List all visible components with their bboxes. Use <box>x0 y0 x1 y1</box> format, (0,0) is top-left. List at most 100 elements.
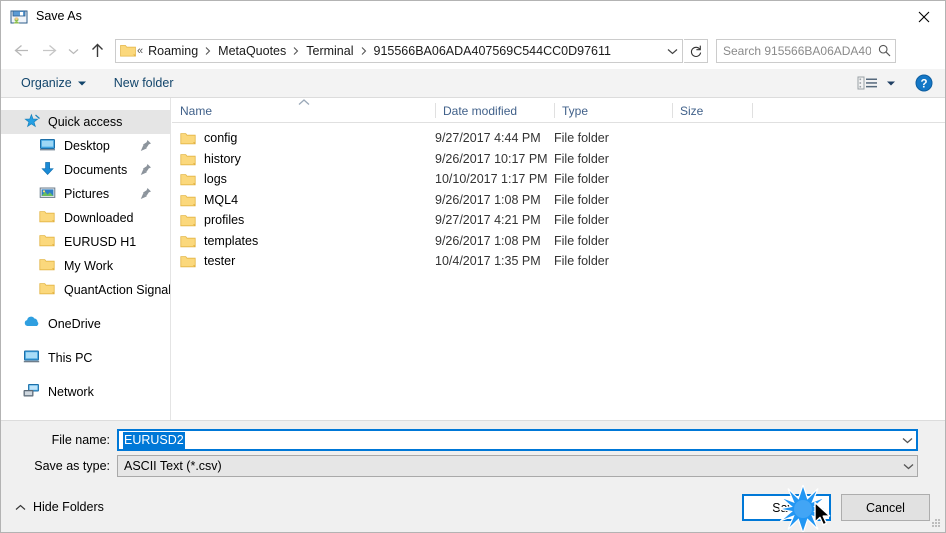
sidebar-item-quick-access[interactable]: Quick access <box>1 110 170 134</box>
caret-down-icon[interactable] <box>887 81 895 86</box>
date-modified-cell: 9/26/2017 1:08 PM <box>435 233 541 248</box>
folder-icon <box>39 281 59 299</box>
sidebar-item-network[interactable]: Network <box>1 380 170 404</box>
resize-grip-icon[interactable] <box>927 515 941 529</box>
type-cell: File folder <box>554 172 609 187</box>
folder-icon <box>39 257 59 275</box>
sidebar-item-label: EURUSD H1 <box>64 235 137 249</box>
save-as-dialog: Save As « Roaming MetaQuotes Terminal 91… <box>0 0 946 533</box>
date-modified-cell: 9/26/2017 10:17 PM <box>435 151 548 166</box>
save-as-type-label: Save as type: <box>34 459 110 473</box>
pin-icon[interactable] <box>140 163 152 177</box>
sidebar-item-downloaded[interactable]: Downloaded <box>1 206 170 230</box>
table-row[interactable]: history 9/26/2017 10:17 PM File folder <box>172 149 945 170</box>
file-name-label: File name: <box>51 433 110 447</box>
help-question-icon[interactable]: ? <box>915 74 933 92</box>
column-divider[interactable] <box>752 103 753 118</box>
sidebar-item-pictures[interactable]: Pictures <box>1 182 170 206</box>
cancel-button-label: Cancel <box>866 500 905 515</box>
caret-down-icon <box>77 81 86 85</box>
column-header-size[interactable]: Size <box>672 98 752 123</box>
hide-folders-button[interactable]: Hide Folders <box>15 500 104 514</box>
file-name-cell: config <box>180 131 237 145</box>
type-cell: File folder <box>554 213 609 228</box>
table-row[interactable]: profiles 9/27/2017 4:21 PM File folder <box>172 210 945 231</box>
folder-icon <box>180 254 196 268</box>
chevron-down-icon[interactable] <box>898 431 916 449</box>
chevron-down-icon[interactable] <box>899 456 917 476</box>
file-name-row: File name: EURUSD2 <box>1 429 918 451</box>
table-row[interactable]: templates 9/26/2017 1:08 PM File folder <box>172 231 945 252</box>
sidebar-item-label: Desktop <box>64 139 110 153</box>
sidebar-item-label: This PC <box>48 351 93 365</box>
close-icon[interactable] <box>901 1 945 32</box>
sidebar-item-this-pc[interactable]: This PC <box>1 346 170 370</box>
search-input[interactable] <box>717 42 873 59</box>
command-bar: Organize New folder ? <box>1 69 945 98</box>
cancel-button[interactable]: Cancel <box>841 494 930 521</box>
chevron-down-icon[interactable] <box>662 40 682 62</box>
file-name-input[interactable]: EURUSD2 <box>117 429 918 451</box>
column-header-type[interactable]: Type <box>554 98 672 123</box>
table-row[interactable]: MQL4 9/26/2017 1:08 PM File folder <box>172 190 945 211</box>
chevron-down-icon[interactable] <box>63 37 83 65</box>
new-folder-label: New folder <box>113 76 174 90</box>
breadcrumb-terminal-id[interactable]: 915566BA06ADA407569C544CC0D97611 <box>370 44 615 58</box>
sidebar-item-onedrive[interactable]: OneDrive <box>1 312 170 336</box>
file-name-value: EURUSD2 <box>123 431 185 449</box>
table-row[interactable]: config 9/27/2017 4:44 PM File folder <box>172 128 945 149</box>
sidebar-item-quantaction-signal[interactable]: QuantAction Signal <box>1 278 170 302</box>
date-modified-cell: 10/4/2017 1:35 PM <box>435 254 541 269</box>
type-cell: File folder <box>554 192 609 207</box>
folder-icon <box>39 209 59 227</box>
folder-icon <box>180 213 196 227</box>
sidebar-item-label: Quick access <box>48 115 123 129</box>
cloud-icon <box>23 315 43 333</box>
new-folder-button[interactable]: New folder <box>106 71 182 95</box>
navigation-bar: « Roaming MetaQuotes Terminal 915566BA06… <box>1 32 945 69</box>
folder-icon <box>180 234 196 248</box>
breadcrumb-metaquotes[interactable]: MetaQuotes <box>214 44 290 58</box>
save-button[interactable]: Save <box>742 494 831 521</box>
file-name-cell: MQL4 <box>180 193 238 207</box>
table-row[interactable]: tester 10/4/2017 1:35 PM File folder <box>172 251 945 272</box>
save-as-type-value: ASCII Text (*.csv) <box>124 459 222 473</box>
monitor-icon <box>39 137 59 155</box>
file-name-cell: templates <box>180 234 258 248</box>
file-name-cell: logs <box>180 172 227 186</box>
pin-icon[interactable] <box>140 139 152 153</box>
chevron-right-icon <box>290 45 302 57</box>
search-icon <box>873 44 895 57</box>
save-as-type-select[interactable]: ASCII Text (*.csv) <box>117 455 918 477</box>
file-name-cell: tester <box>180 254 235 268</box>
refresh-icon[interactable] <box>684 38 708 63</box>
network-icon <box>23 383 43 401</box>
arrow-right-icon[interactable] <box>35 37 63 65</box>
arrow-left-icon[interactable] <box>7 37 35 65</box>
column-header-row: Name Date modified Type Size <box>172 98 945 123</box>
sidebar-item-desktop[interactable]: Desktop <box>1 134 170 158</box>
file-name-cell: history <box>180 152 241 166</box>
breadcrumb-roaming[interactable]: Roaming <box>144 44 202 58</box>
type-cell: File folder <box>554 233 609 248</box>
sidebar-item-documents[interactable]: Documents <box>1 158 170 182</box>
sidebar-item-eurusd-h1[interactable]: EURUSD H1 <box>1 230 170 254</box>
arrow-up-icon[interactable] <box>83 37 111 65</box>
table-row[interactable]: logs 10/10/2017 1:17 PM File folder <box>172 169 945 190</box>
date-modified-cell: 9/27/2017 4:21 PM <box>435 213 541 228</box>
navigation-sidebar[interactable]: Quick access Desktop Documents Pictures … <box>1 98 171 420</box>
column-header-name[interactable]: Name <box>172 98 435 123</box>
sidebar-item-my-work[interactable]: My Work <box>1 254 170 278</box>
pin-icon[interactable] <box>140 187 152 201</box>
save-as-icon <box>10 8 28 26</box>
column-header-date-modified[interactable]: Date modified <box>435 98 554 123</box>
view-layout-icon[interactable] <box>857 75 879 91</box>
date-modified-cell: 9/26/2017 1:08 PM <box>435 192 541 207</box>
search-box[interactable] <box>716 38 896 63</box>
file-list[interactable]: Name Date modified Type Size config 9/27… <box>172 98 945 420</box>
save-button-label: Save <box>772 500 801 515</box>
organize-button[interactable]: Organize <box>13 71 94 95</box>
hide-folders-label: Hide Folders <box>33 500 104 514</box>
address-bar[interactable]: « Roaming MetaQuotes Terminal 915566BA06… <box>115 38 683 63</box>
breadcrumb-terminal[interactable]: Terminal <box>302 44 357 58</box>
